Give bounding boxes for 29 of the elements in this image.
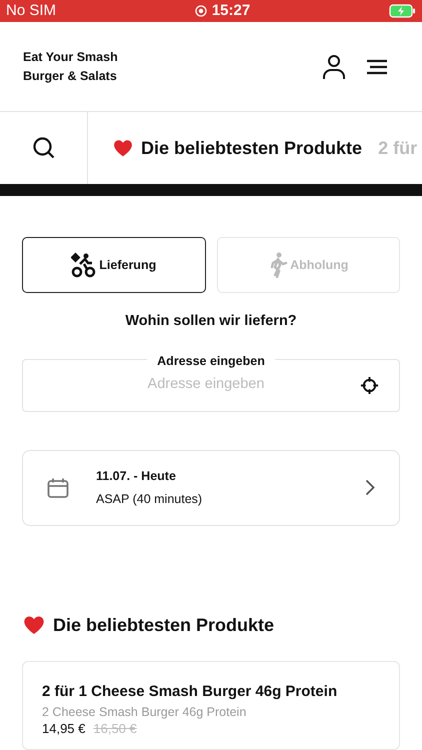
product-description: 2 Cheese Smash Burger 46g Protein: [42, 704, 248, 720]
menu-icon: [366, 58, 388, 74]
time-slot-card[interactable]: 11.07. - Heute ASAP (40 minutes): [22, 450, 400, 526]
user-icon: [322, 54, 346, 80]
calendar-icon: [47, 476, 69, 499]
record-icon: [194, 5, 207, 17]
heart-icon: [112, 137, 134, 159]
delivery-question: Wohin sollen wir liefern?: [125, 312, 297, 331]
search-icon: [32, 136, 56, 160]
crosshair-icon: [360, 376, 378, 395]
user-button[interactable]: [322, 54, 346, 80]
old-price: 16,50 €: [93, 720, 137, 737]
category-tab[interactable]: Die beliebtesten Produkte: [112, 134, 362, 162]
address-input[interactable]: Adresse eingeben: [23, 374, 349, 396]
price: 14,95 €: [42, 720, 86, 737]
order-mode-button[interactable]: Lieferung: [22, 237, 206, 293]
product-card[interactable]: 2 für 1 Cheese Smash Burger 46g Protein 2 Cheese Smash Burger 46g Protein 14,95 € 16,50 €: [22, 660, 400, 750]
time-text: ASAP (40 minutes): [96, 490, 204, 508]
menu-button[interactable]: [366, 58, 388, 74]
chevron-right-icon: [365, 479, 375, 496]
section-title: Die beliebtesten Produkte: [53, 614, 274, 637]
date-text: 11.07. - Heute: [96, 468, 177, 485]
cyclist-icon: [71, 252, 98, 278]
battery-icon: [388, 4, 416, 18]
restaurant-name: Eat Your Smash Burger & Salats: [23, 48, 118, 85]
clock-text: 15:27: [212, 0, 250, 21]
product-name: 2 für 1 Cheese Smash Burger 46g Protein: [42, 682, 338, 702]
carrier-text: No SIM: [6, 0, 56, 21]
walking-person-icon: [268, 252, 288, 278]
